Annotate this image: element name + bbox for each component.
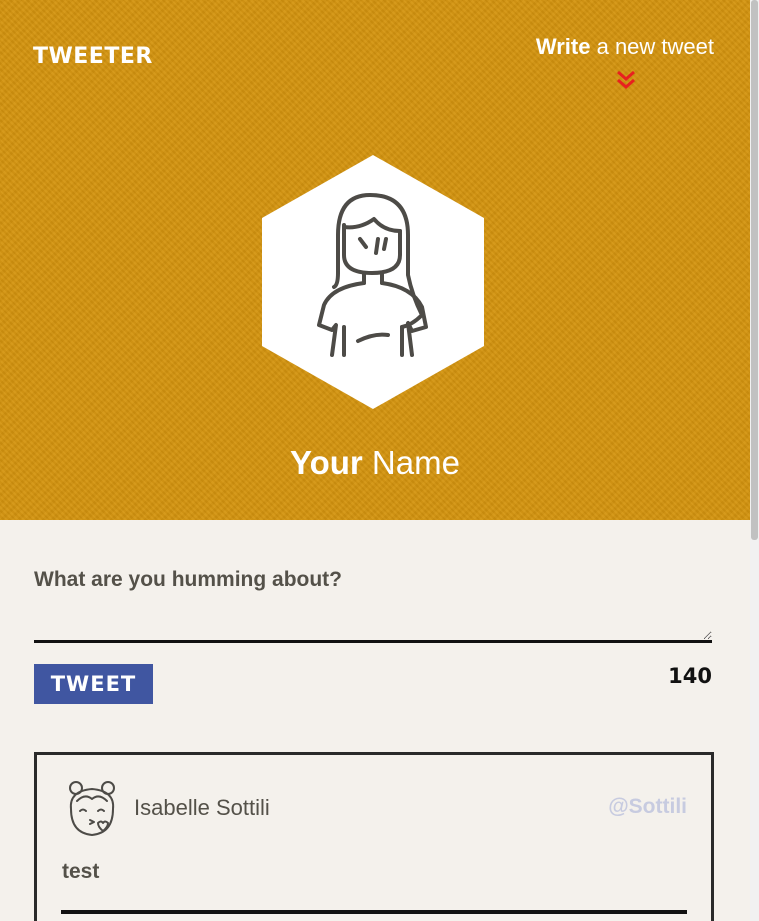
tweet-card: Isabelle Sottili @Sottili test (34, 752, 714, 921)
tweet-author-name: Isabelle Sottili (134, 795, 270, 820)
tweet-button[interactable]: TWEET (34, 664, 153, 704)
scrollbar-thumb[interactable] (751, 0, 758, 540)
header: TWEETER Write a new tweet Your Name (0, 0, 750, 520)
profile-name: Your Name (0, 444, 750, 482)
composer-label: What are you humming about? (34, 568, 342, 591)
profile-name-last: Name (362, 444, 460, 481)
write-new-tweet-link[interactable]: Write a new tweet (536, 34, 714, 60)
tweet-author-avatar (69, 781, 115, 836)
page: TWEETER Write a new tweet Your Name What… (0, 0, 750, 921)
tweet-author-handle: @Sottili (608, 795, 687, 818)
scrollbar[interactable] (750, 0, 759, 921)
double-chevron-down-icon[interactable] (616, 70, 636, 90)
compose-label-rest: a new tweet (590, 34, 714, 59)
compose-label-bold: Write (535, 34, 591, 59)
app-logo[interactable]: TWEETER (33, 44, 153, 69)
tweet-divider (61, 910, 687, 914)
tweet-body: test (62, 860, 100, 883)
profile-name-first: Your (290, 444, 363, 481)
profile-avatar (262, 155, 484, 409)
character-counter: 140 (668, 664, 712, 688)
tweet-text-input[interactable] (34, 600, 712, 643)
